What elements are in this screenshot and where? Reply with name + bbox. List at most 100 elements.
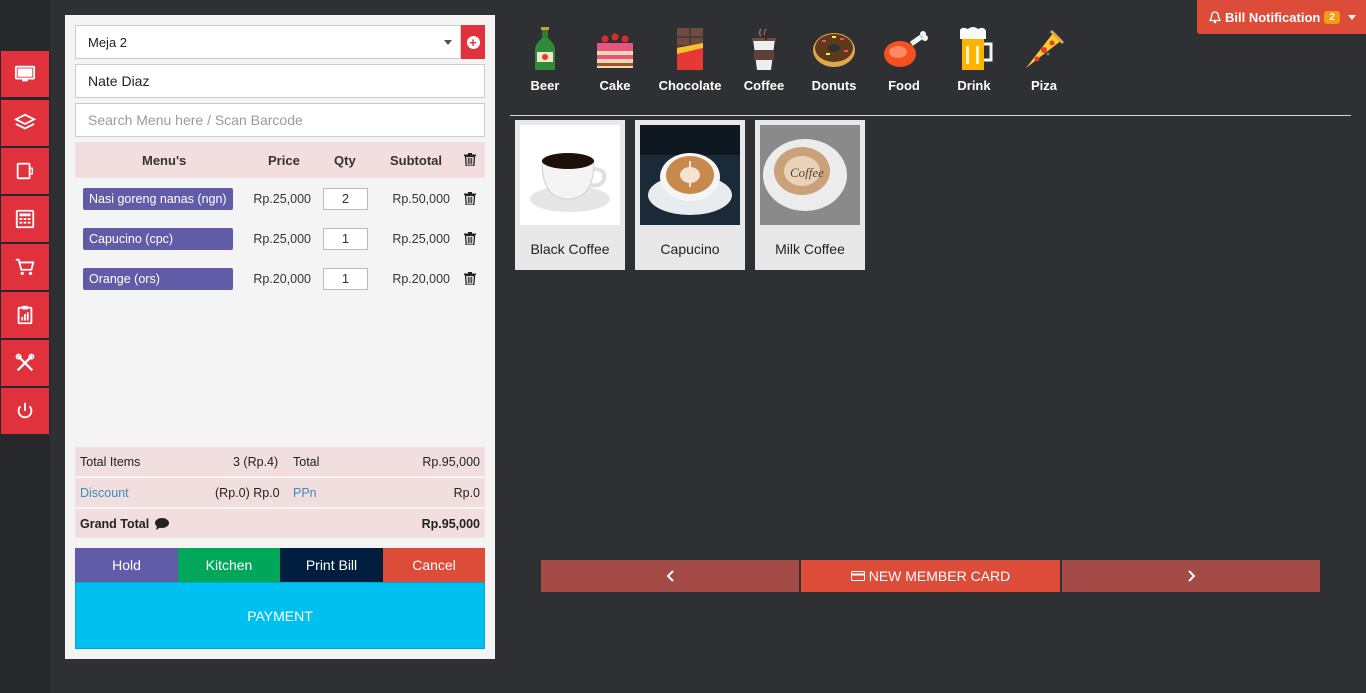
caret-down-icon [1347,14,1356,20]
order-row: Orange (ors) Rp.20,000 1 Rp.20,000 [75,263,485,295]
nav-calculator-button[interactable] [1,196,49,242]
customer-name: Nate Diaz [88,73,150,89]
price-column-header: Price [268,153,300,168]
order-item-name[interactable]: Nasi goreng nanas (ngn) [83,188,233,210]
product-card[interactable]: Coffee Milk Coffee [755,120,865,270]
add-table-button[interactable]: + [461,25,485,59]
category-coffee[interactable]: Coffee [729,26,799,96]
category-cake[interactable]: Cake [580,26,650,96]
discount-value: (Rp.0) Rp.0 [215,486,280,500]
hold-button[interactable]: Hold [75,548,178,582]
category-label: Donuts [811,78,857,93]
summary-row: Discount (Rp.0) Rp.0 PPn Rp.0 [75,478,485,507]
bill-notification-button[interactable]: Bill Notification 2 [1197,0,1366,34]
subtotal-column-header: Subtotal [390,153,442,168]
category-divider [510,115,1351,116]
nav-devices-button[interactable] [1,148,49,194]
qty-column-header: Qty [334,153,356,168]
table-select[interactable]: Meja 2 [75,25,461,59]
bell-icon [1209,10,1221,23]
payment-button[interactable]: PAYMENT [75,582,485,649]
summary-row: Total Items 3 (Rp.4) Total Rp.95,000 [75,447,485,476]
prev-page-button[interactable] [541,560,799,592]
tools-icon [15,353,35,372]
grand-total-row: Grand Total Rp.95,000 [75,509,485,538]
chevron-left-icon [666,570,674,582]
nav-settings-button[interactable] [1,340,49,386]
order-item-qty[interactable]: 2 [323,188,368,210]
calculator-icon [15,209,35,229]
trash-all-icon[interactable] [464,153,476,166]
beer-icon [535,27,555,70]
order-item-subtotal: Rp.20,000 [392,272,450,286]
order-item-price: Rp.25,000 [253,192,311,206]
black-coffee-image [520,125,620,225]
nav-pos-button[interactable] [1,51,49,97]
order-item-price: Rp.20,000 [253,272,311,286]
capucino-image [640,125,740,225]
customer-field[interactable]: Nate Diaz [75,64,485,98]
category-beer[interactable]: Beer [510,26,580,96]
ppn-link[interactable]: PPn [293,486,317,500]
order-item-price: Rp.25,000 [253,232,311,246]
order-table-header: Menu's Price Qty Subtotal [75,142,485,178]
category-label: Food [888,78,920,93]
donuts-icon [813,33,855,67]
order-item-qty[interactable]: 1 [323,268,368,290]
category-label: Coffee [743,78,785,93]
category-label: Chocolate [658,78,722,93]
comment-icon[interactable] [155,518,169,530]
order-item-name[interactable]: Capucino (cpc) [83,228,233,250]
chevron-right-icon [1187,570,1195,582]
svg-text:Coffee: Coffee [790,165,824,180]
grand-total-label: Grand Total [80,517,150,531]
category-label: Piza [1030,78,1057,93]
menu-column-header: Menu's [142,153,187,168]
order-item-qty[interactable]: 1 [323,228,368,250]
grand-total-value: Rp.95,000 [421,517,480,531]
category-drink[interactable]: Drink [939,26,1009,96]
order-item-name[interactable]: Orange (ors) [83,268,233,290]
category-pizza[interactable]: Piza [1009,26,1079,96]
report-icon [17,305,33,325]
product-card[interactable]: Black Coffee [515,120,625,270]
credit-card-icon [850,571,865,581]
total-label: Total [293,455,320,469]
product-name: Capucino [660,241,720,257]
category-food[interactable]: Food [869,26,939,96]
next-page-button[interactable] [1062,560,1320,592]
nav-report-button[interactable] [1,292,49,338]
product-card[interactable]: Capucino [635,120,745,270]
order-row: Nasi goreng nanas (ngn) Rp.25,000 2 Rp.5… [75,183,485,215]
print-bill-button[interactable]: Print Bill [280,548,383,582]
order-item-subtotal: Rp.50,000 [392,192,450,206]
search-menu-input[interactable] [75,103,485,137]
cake-icon [597,33,633,68]
food-icon [884,31,928,67]
discount-link[interactable]: Discount [80,486,129,500]
tablet-icon [16,162,34,180]
nav-categories-button[interactable] [1,100,49,146]
kitchen-button[interactable]: Kitchen [178,548,280,582]
layers-icon [14,113,36,130]
total-items-label: Total Items [80,455,141,469]
category-donuts[interactable]: Donuts [799,26,869,96]
trash-icon[interactable] [464,192,476,205]
cancel-button[interactable]: Cancel [383,548,485,582]
category-label: Beer [530,78,560,93]
cart-icon [15,258,35,276]
order-row: Capucino (cpc) Rp.25,000 1 Rp.25,000 [75,223,485,255]
trash-icon[interactable] [464,232,476,245]
coffee-icon [752,28,776,70]
ppn-value: Rp.0 [453,486,480,500]
bill-notification-label: Bill Notification [1225,9,1321,25]
total-value: Rp.95,000 [422,455,480,469]
category-chocolate[interactable]: Chocolate [655,26,725,96]
order-item-subtotal: Rp.25,000 [392,232,450,246]
new-member-card-button[interactable]: NEW MEMBER CARD [801,560,1060,592]
nav-logout-button[interactable] [1,388,49,434]
trash-icon[interactable] [464,272,476,285]
nav-cart-button[interactable] [1,244,49,290]
product-name: Black Coffee [530,241,610,257]
table-select-value: Meja 2 [88,34,128,50]
